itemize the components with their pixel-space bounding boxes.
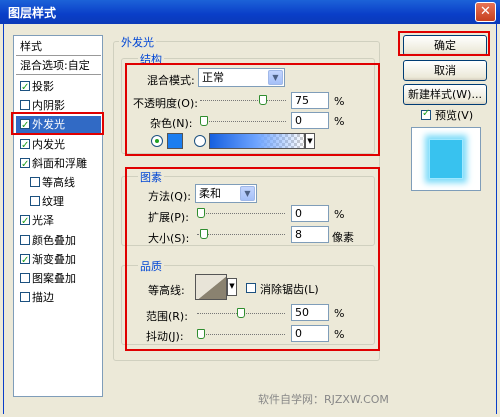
style-preview [411,127,481,191]
highlight-structure [125,63,380,156]
style-item-checkbox[interactable] [30,177,40,187]
style-item-label: 内发光 [32,137,65,151]
style-item-label: 描边 [32,291,54,305]
style-item[interactable]: 颜色叠加 [16,232,101,250]
style-item-checkbox[interactable] [30,196,40,207]
window-title: 图层样式 [8,6,57,20]
blend-options-item[interactable]: 混合选项:自定 [16,57,101,75]
highlight-outer-glow-item [11,112,104,135]
style-item[interactable]: 等高线 [16,174,101,192]
style-item-label: 渐变叠加 [32,252,76,266]
style-item-label: 等高线 [42,176,75,189]
preview-swatch [429,139,463,179]
style-list-header[interactable]: 样式 [16,38,101,56]
highlight-ok-button [398,31,490,56]
style-item-checkbox[interactable] [20,292,30,303]
style-item-checkbox[interactable] [20,234,30,245]
style-item[interactable]: 内发光 [16,136,101,155]
preview-checkbox[interactable] [421,108,431,120]
style-item-checkbox[interactable] [20,156,30,174]
close-button[interactable]: ✕ [475,2,496,22]
style-item[interactable]: 投影 [16,78,101,97]
style-item[interactable]: 纹理 [16,193,101,211]
style-item-checkbox[interactable] [20,137,30,155]
style-item[interactable]: 图案叠加 [16,270,101,288]
watermark: 软件自学网：RJZXW.COM [258,393,389,406]
style-item-label: 光泽 [32,214,54,228]
style-item[interactable]: 光泽 [16,212,101,231]
outer-glow-title: 外发光 [119,34,156,50]
style-item-label: 投影 [32,80,54,93]
style-item[interactable]: 斜面和浮雕 [16,155,101,174]
style-item-label: 图案叠加 [32,272,76,285]
style-item[interactable]: 渐变叠加 [16,251,101,270]
style-item-label: 颜色叠加 [32,233,76,247]
style-item-checkbox[interactable] [20,100,30,111]
style-item-label: 斜面和浮雕 [32,156,87,170]
style-item[interactable]: 描边 [16,289,101,307]
new-style-button[interactable]: 新建样式(W)... [403,84,487,105]
style-item-label: 内阴影 [32,99,65,113]
highlight-elements-quality [125,167,380,351]
style-item-label: 纹理 [42,195,64,209]
style-item-checkbox[interactable] [20,273,30,283]
title-bar: 图层样式 ✕ [0,0,500,24]
style-item-checkbox[interactable] [20,79,30,97]
style-list: 样式 混合选项:自定 投影内阴影外发光内发光斜面和浮雕等高线纹理光泽颜色叠加渐变… [13,35,103,397]
style-item-checkbox[interactable] [20,213,30,231]
style-item-checkbox[interactable] [20,252,30,270]
cancel-button[interactable]: 取消 [403,60,487,81]
preview-label: 预览(V) [435,109,474,122]
